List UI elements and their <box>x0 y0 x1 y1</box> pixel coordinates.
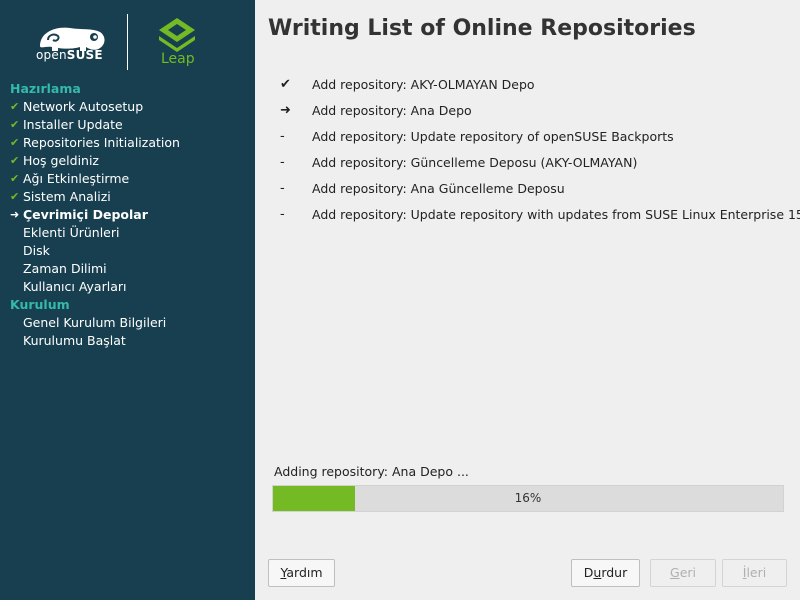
leap-logo-icon <box>159 18 195 52</box>
progress-label: Adding repository: Ana Depo ... <box>274 464 469 479</box>
next-button[interactable]: İleri <box>722 559 787 587</box>
dash-icon: - <box>280 181 285 196</box>
abort-button[interactable]: Durdur <box>571 559 640 587</box>
dash-icon: - <box>280 129 285 144</box>
step-label: Sistem Analizi <box>23 189 111 204</box>
step-label: Zaman Dilimi <box>23 261 107 276</box>
step-label: Çevrimiçi Depolar <box>23 207 148 222</box>
repository-label: Add repository: AKY-OLMAYAN Depo <box>312 77 535 92</box>
arrow-right-icon: ➜ <box>10 208 20 221</box>
step-installer-update: ✔ Installer Update <box>0 116 255 134</box>
repository-list: ✔ Add repository: AKY-OLMAYAN Depo ➜ Add r… <box>280 76 800 232</box>
section-title-installation: Kurulum <box>10 297 70 312</box>
section-title-preparation: Hazırlama <box>10 81 81 96</box>
step-time-zone: Zaman Dilimi <box>0 260 255 278</box>
step-installation-overview: Genel Kurulum Bilgileri <box>0 314 255 332</box>
repository-item: - Add repository: Update repository with … <box>280 206 800 232</box>
check-icon: ✔ <box>10 118 20 131</box>
step-label: Hoş geldiniz <box>23 153 99 168</box>
step-label: Disk <box>23 243 50 258</box>
step-repositories-initialization: ✔ Repositories Initialization <box>0 134 255 152</box>
dash-icon: - <box>280 155 285 170</box>
step-label: Genel Kurulum Bilgileri <box>23 315 167 330</box>
step-network-autosetup: ✔ Network Autosetup <box>0 98 255 116</box>
dash-icon: - <box>280 207 285 222</box>
repository-item: - Add repository: Güncelleme Deposu (AKY-… <box>280 154 790 180</box>
step-label: Installer Update <box>23 117 123 132</box>
step-online-repositories: ➜ Çevrimiçi Depolar <box>0 206 255 224</box>
opensuse-prefix: open <box>36 48 67 62</box>
step-label: Eklenti Ürünleri <box>23 225 120 240</box>
repository-item: - Add repository: Update repository of op… <box>280 128 790 154</box>
repository-label: Add repository: Ana Güncelleme Deposu <box>312 181 565 196</box>
check-icon: ✔ <box>280 77 291 92</box>
step-system-analysis: ✔ Sistem Analizi <box>0 188 255 206</box>
repository-item: - Add repository: Ana Güncelleme Deposu <box>280 180 790 206</box>
step-welcome: ✔ Hoş geldiniz <box>0 152 255 170</box>
back-button[interactable]: Geri <box>650 559 716 587</box>
repository-label: Add repository: Update repository of ope… <box>312 129 674 144</box>
repository-label: Add repository: Güncelleme Deposu (AKY-O… <box>312 155 638 170</box>
step-label: Ağı Etkinleştirme <box>23 171 130 186</box>
page-title: Writing List of Online Repositories <box>268 16 696 41</box>
logo-divider <box>127 14 128 70</box>
progress-percent-text: 16% <box>514 491 542 505</box>
opensuse-suffix: SUSE <box>66 48 103 62</box>
step-start-installation: Kurulumu Başlat <box>0 332 255 350</box>
sidebar: openSUSE Leap Hazırlama ✔ Network Autoset… <box>0 0 255 600</box>
step-user-settings: Kullanıcı Ayarları <box>0 278 255 296</box>
check-icon: ✔ <box>10 190 20 203</box>
opensuse-wordmark: openSUSE <box>36 48 103 62</box>
repository-item: ✔ Add repository: AKY-OLMAYAN Depo <box>280 76 790 102</box>
step-network-activation: ✔ Ağı Etkinleştirme <box>0 170 255 188</box>
leap-wordmark: Leap <box>161 51 195 67</box>
check-icon: ✔ <box>10 154 20 167</box>
progress-bar: 16% <box>272 485 784 512</box>
check-icon: ✔ <box>10 100 20 113</box>
step-label: Repositories Initialization <box>23 135 180 150</box>
arrow-right-icon: ➜ <box>280 103 291 118</box>
installation-steps: Hazırlama ✔ Network Autosetup ✔ Installer … <box>0 80 255 350</box>
step-disk: Disk <box>0 242 255 260</box>
repository-label: Add repository: Ana Depo <box>312 103 472 118</box>
repository-item: ➜ Add repository: Ana Depo <box>280 102 790 128</box>
step-add-on-products: Eklenti Ürünleri <box>0 224 255 242</box>
check-icon: ✔ <box>10 136 20 149</box>
step-label: Kurulumu Başlat <box>23 333 126 348</box>
repository-label: Add repository: Update repository with u… <box>312 207 800 222</box>
check-icon: ✔ <box>10 172 20 185</box>
step-label: Network Autosetup <box>23 99 144 114</box>
step-label: Kullanıcı Ayarları <box>23 279 127 294</box>
logo-area: openSUSE Leap <box>0 0 255 78</box>
help-button[interactable]: Yardım <box>268 559 335 587</box>
